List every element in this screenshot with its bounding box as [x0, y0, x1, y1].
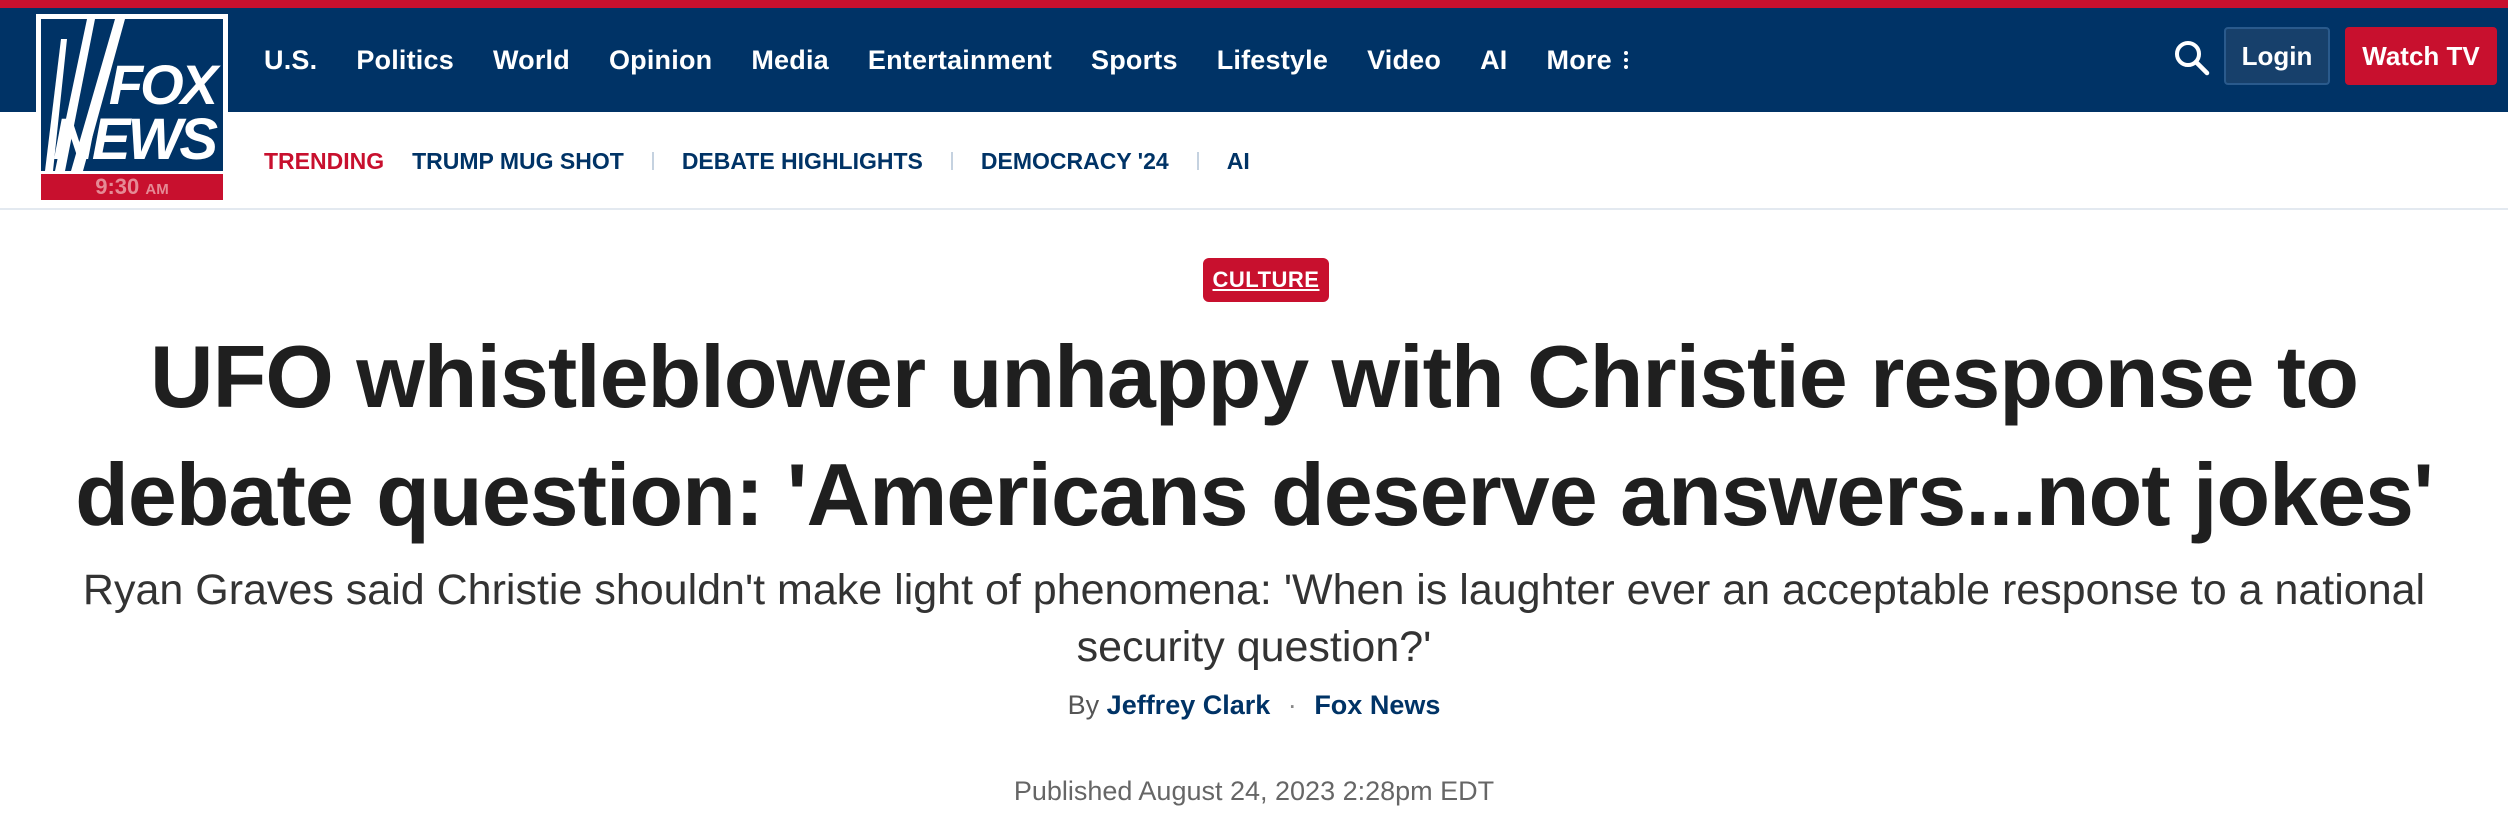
nav-item-us[interactable]: U.S.: [264, 45, 317, 76]
article-subheadline: Ryan Graves said Christie shouldn't make…: [82, 566, 2426, 671]
article-headline: UFO whistleblower unhappy with Christie …: [75, 327, 2434, 544]
main-nav: U.S. Politics World Opinion Media Entert…: [264, 8, 1628, 112]
trending-item-debate-highlights[interactable]: DEBATE HIGHLIGHTS: [682, 148, 923, 175]
logo-time: 9:30: [95, 174, 140, 199]
nav-more-button[interactable]: More: [1547, 45, 1628, 76]
top-accent-stripe: [0, 0, 2508, 8]
watch-tv-button[interactable]: Watch TV: [2345, 27, 2497, 85]
category-badge[interactable]: CULTURE: [1203, 258, 1329, 302]
search-button[interactable]: [2172, 38, 2212, 78]
trending-item-trump-mug-shot[interactable]: TRUMP MUG SHOT: [412, 148, 624, 175]
trending-item-democracy-24[interactable]: DEMOCRACY '24: [981, 148, 1169, 175]
trending-divider: [1196, 152, 1199, 170]
logo-time-strip: 9:30 AM: [41, 174, 223, 200]
nav-item-video[interactable]: Video: [1367, 45, 1441, 76]
login-button[interactable]: Login: [2224, 27, 2330, 85]
trending-divider: [651, 152, 654, 170]
nav-more-label: More: [1546, 44, 1612, 75]
published-date: Published August 24, 2023 2:28pm EDT: [1013, 776, 1495, 806]
author-link[interactable]: Jeffrey Clark: [1107, 690, 1271, 720]
vertical-dots-icon: [1623, 50, 1628, 71]
logo-time-suffix: AM: [145, 181, 169, 198]
nav-item-lifestyle[interactable]: Lifestyle: [1217, 45, 1328, 76]
trending-divider: [950, 152, 953, 170]
nav-item-politics[interactable]: Politics: [356, 45, 454, 76]
byline-separator: ·: [1287, 690, 1297, 720]
trending-topics: TRENDING TRUMP MUG SHOT DEBATE HIGHLIGHT…: [264, 112, 1250, 210]
logo-fox-text: FOX: [108, 53, 218, 116]
nav-item-sports[interactable]: Sports: [1091, 45, 1178, 76]
fox-news-logo[interactable]: FOX NEWS 9:30 AM: [36, 14, 228, 204]
search-icon: [2175, 41, 2210, 76]
byline: By Jeffrey Clark · Fox News: [0, 690, 2508, 721]
logo-emblem: FOX NEWS: [41, 19, 223, 171]
nav-item-media[interactable]: Media: [751, 45, 829, 76]
byline-prefix: By: [1067, 690, 1100, 720]
outlet-link[interactable]: Fox News: [1314, 690, 1440, 720]
nav-item-world[interactable]: World: [493, 45, 570, 76]
nav-item-opinion[interactable]: Opinion: [609, 45, 712, 76]
nav-item-ai[interactable]: AI: [1480, 45, 1507, 76]
logo-news-text: NEWS: [53, 107, 218, 171]
nav-item-entertainment[interactable]: Entertainment: [868, 45, 1052, 76]
trending-label: TRENDING: [264, 147, 385, 174]
trending-item-ai[interactable]: AI: [1227, 148, 1250, 175]
